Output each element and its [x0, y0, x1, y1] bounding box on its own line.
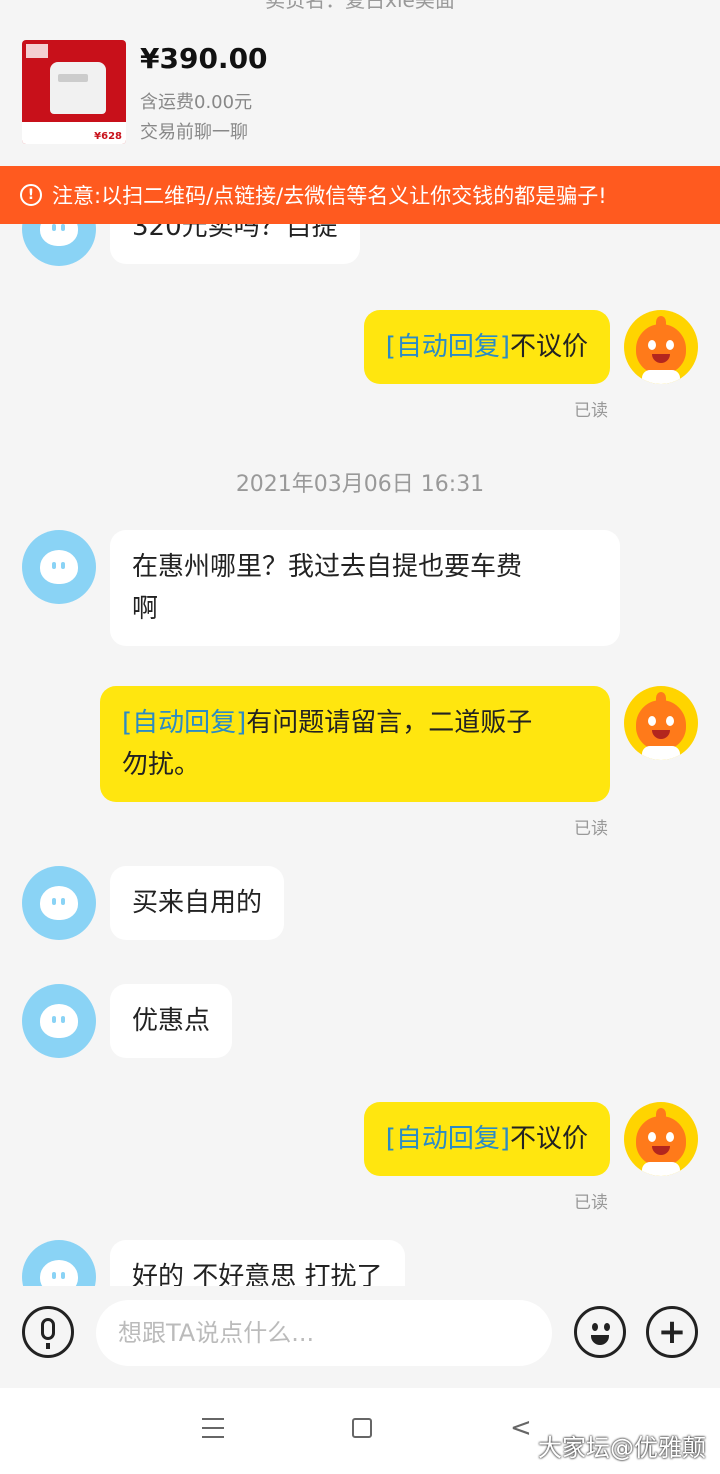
message-text-line: 勿扰。	[122, 750, 201, 780]
message-input[interactable]: 想跟TA说点什么...	[96, 1300, 552, 1366]
recent-apps-icon[interactable]	[202, 1418, 224, 1438]
sewing-machine-image	[50, 62, 106, 114]
back-icon[interactable]: <	[510, 1415, 532, 1441]
thumb-badge	[26, 44, 48, 58]
message-input-bar: 想跟TA说点什么... +	[0, 1286, 720, 1382]
read-status: 已读	[574, 401, 608, 421]
auto-reply-tag: [自动回复]	[122, 708, 247, 738]
thumb-price: ¥628	[94, 131, 122, 142]
fraud-warning-banner: ! 注意:以扫二维码/点链接/去微信等名义让你交钱的都是骗子!	[0, 166, 720, 224]
message-bubble-other[interactable]: 好的 不好意思 打扰了	[110, 1240, 405, 1286]
other-avatar[interactable]	[22, 866, 96, 940]
message-text: 优惠点	[132, 1006, 211, 1036]
system-navigation-bar: < 大家坛@优雅颠	[0, 1388, 720, 1474]
message-bubble-self[interactable]: [自动回复]不议价	[363, 310, 610, 384]
self-avatar[interactable]	[624, 686, 698, 760]
seller-name-truncated: 卖货名：复古xie美面	[265, 0, 455, 12]
message-bubble-self[interactable]: [自动回复]不议价	[363, 1102, 610, 1176]
plus-icon[interactable]: +	[646, 1306, 698, 1358]
message-timestamp: 2021年03月06日 16:31	[235, 472, 485, 497]
message-text: 320元卖吗？自提	[132, 224, 338, 242]
chat-list[interactable]: 320元卖吗？自提 [自动回复]不议价 已读 2021年03月06日 16:31…	[0, 224, 720, 1286]
auto-reply-tag: [自动回复]	[385, 1124, 510, 1154]
other-avatar[interactable]	[22, 224, 96, 266]
message-bubble-other[interactable]: 优惠点	[110, 984, 233, 1058]
message-bubble-other[interactable]: 买来自用的	[110, 866, 285, 940]
message-text: 不议价	[509, 332, 588, 362]
other-avatar[interactable]	[22, 984, 96, 1058]
message-bubble-self[interactable]: [自动回复]有问题请留言，二道贩子 勿扰。	[100, 686, 610, 802]
other-avatar[interactable]	[22, 530, 96, 604]
product-price: ¥390.00	[140, 42, 268, 75]
alert-icon: !	[20, 184, 42, 206]
message-text: 好的 不好意思 打扰了	[132, 1262, 383, 1286]
self-avatar[interactable]	[624, 310, 698, 384]
home-icon[interactable]	[352, 1418, 372, 1438]
message-bubble-other[interactable]: 320元卖吗？自提	[110, 224, 360, 264]
message-text-line: 有问题请留言，二道贩子	[246, 708, 533, 738]
chat-before-trade: 交易前聊一聊	[140, 122, 248, 143]
warning-text: 注意:以扫二维码/点链接/去微信等名义让你交钱的都是骗子!	[52, 184, 607, 208]
read-status: 已读	[574, 819, 608, 839]
message-text-line: 在惠州哪里？我过去自提也要车费	[132, 552, 523, 582]
other-avatar[interactable]	[22, 1240, 96, 1286]
message-text: 不议价	[509, 1124, 588, 1154]
message-text: 买来自用的	[132, 888, 263, 918]
self-avatar[interactable]	[624, 1102, 698, 1176]
message-text-line: 啊	[132, 594, 159, 624]
product-thumbnail[interactable]: ¥628	[22, 40, 126, 144]
product-card[interactable]: ¥628 ¥390.00 含运费0.00元 交易前聊一聊	[0, 14, 720, 166]
message-bubble-other[interactable]: 在惠州哪里？我过去自提也要车费 啊	[110, 530, 620, 646]
shipping-info: 含运费0.00元	[140, 92, 253, 113]
watermark: 大家坛@优雅颠	[538, 1434, 706, 1462]
read-status: 已读	[574, 1193, 608, 1213]
emoji-icon[interactable]	[574, 1306, 626, 1358]
auto-reply-tag: [自动回复]	[385, 332, 510, 362]
microphone-icon[interactable]	[22, 1306, 74, 1358]
